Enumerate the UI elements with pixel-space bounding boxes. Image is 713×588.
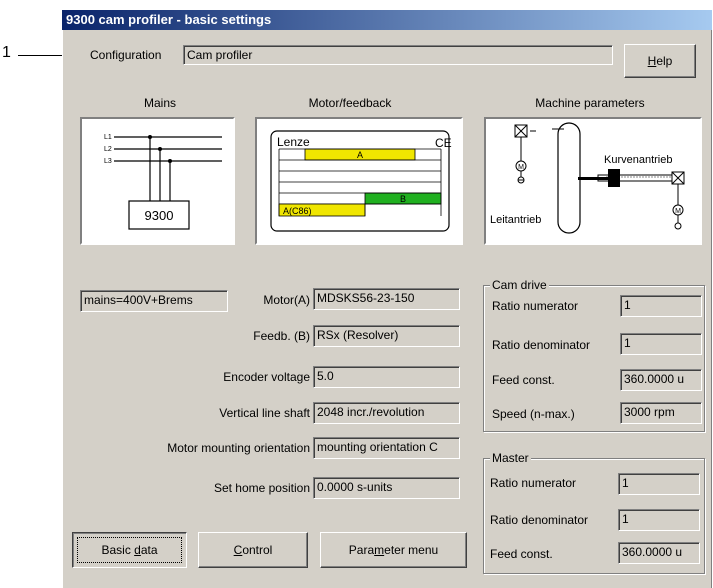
feedback-b-label: Feedb. (B) — [253, 329, 310, 343]
master-ratio-numerator-label: Ratio numerator — [490, 476, 577, 490]
motor-a-label: Motor(A) — [263, 293, 310, 307]
brand-label: Lenze — [277, 135, 310, 149]
cell-b-label: B — [400, 194, 406, 204]
help-button-label: Help — [647, 54, 673, 68]
parameter-menu-button-label: Parameter menu — [348, 543, 439, 557]
cam-drive-group-title: Cam drive — [490, 278, 549, 292]
vertical-line-shaft-field[interactable]: 2048 incr./revolution — [313, 402, 460, 424]
control-button[interactable]: Control — [198, 532, 308, 568]
motor-a-field[interactable]: MDSKS56-23-150 — [313, 288, 460, 310]
configuration-label: Configuration — [90, 48, 162, 62]
configuration-field[interactable]: Cam profiler — [183, 45, 613, 65]
line-label-l3: L3 — [104, 158, 112, 165]
parameter-menu-button[interactable]: Parameter menu — [320, 532, 467, 568]
set-home-position-field[interactable]: 0.0000 s-units — [313, 477, 460, 499]
cam-ratio-numerator-label: Ratio numerator — [492, 299, 579, 313]
motor-symbol-left: M — [518, 164, 524, 171]
motor-nameplate: Lenze CE A B A(C86) — [270, 130, 452, 232]
cam-drive-diagram-label: Kurvenantrieb — [604, 154, 673, 166]
motor-feedback-panel[interactable]: Lenze CE A B A(C86) — [255, 117, 463, 245]
master-group-title: Master — [490, 451, 531, 465]
machine-diagram: M M Kurvenantrieb Leitantrieb — [490, 122, 685, 234]
cam-speed-label: Speed (n-max.) — [492, 407, 575, 421]
motor-mounting-orientation-label: Motor mounting orientation — [167, 441, 310, 455]
cam-ratio-numerator-field[interactable]: 1 — [620, 295, 702, 317]
encoder-voltage-label: Encoder voltage — [223, 370, 310, 384]
callout-number: 1 — [2, 44, 11, 61]
master-drive-diagram-label: Leitantrieb — [490, 214, 541, 226]
motor-symbol-right: M — [675, 208, 681, 215]
cam-ratio-denominator-label: Ratio denominator — [492, 338, 591, 352]
control-button-label: Control — [233, 543, 273, 557]
cell-a-label: A — [357, 150, 363, 160]
drive-unit-label: 9300 — [145, 208, 174, 223]
master-feed-const-label: Feed const. — [490, 547, 553, 561]
cam-speed-field[interactable]: 3000 rpm — [620, 402, 702, 424]
machine-parameters-panel[interactable]: M M Kurvenantrieb Leitantrieb — [484, 117, 702, 245]
cam-feed-const-field[interactable]: 360.0000 u — [620, 369, 702, 391]
machine-parameters-heading: Machine parameters — [535, 96, 645, 110]
master-ratio-numerator-field[interactable]: 1 — [618, 473, 700, 495]
line-label-l1: L1 — [104, 134, 112, 141]
help-button[interactable]: Help — [624, 44, 696, 78]
mains-diagram-panel[interactable]: L1 L2 L3 9300 — [80, 117, 235, 245]
mains-diagram: L1 L2 L3 9300 — [104, 134, 222, 230]
motor-feedback-heading: Motor/feedback — [308, 96, 392, 110]
window-title: 9300 cam profiler - basic settings — [62, 10, 712, 30]
ce-mark: CE — [435, 136, 452, 150]
cam-ratio-denominator-field[interactable]: 1 — [620, 333, 702, 355]
feedback-b-field[interactable]: RSx (Resolver) — [313, 325, 460, 347]
mains-heading: Mains — [143, 96, 176, 110]
encoder-voltage-field[interactable]: 5.0 — [313, 366, 460, 388]
vertical-line-shaft-label: Vertical line shaft — [219, 406, 310, 420]
master-ratio-denominator-field[interactable]: 1 — [618, 509, 700, 531]
cam-feed-const-label: Feed const. — [492, 373, 555, 387]
cell-ac86-label: A(C86) — [283, 206, 312, 216]
master-feed-const-field[interactable]: 360.0000 u — [618, 542, 700, 564]
master-ratio-denominator-label: Ratio denominator — [490, 513, 589, 527]
motor-mounting-orientation-field[interactable]: mounting orientation C — [313, 437, 460, 459]
mains-selection-field[interactable]: mains=400V+Brems — [80, 290, 228, 312]
callout-line — [18, 55, 64, 56]
line-label-l2: L2 — [104, 146, 112, 153]
basic-data-button[interactable]: Basic data — [72, 532, 187, 568]
set-home-position-label: Set home position — [213, 481, 310, 495]
